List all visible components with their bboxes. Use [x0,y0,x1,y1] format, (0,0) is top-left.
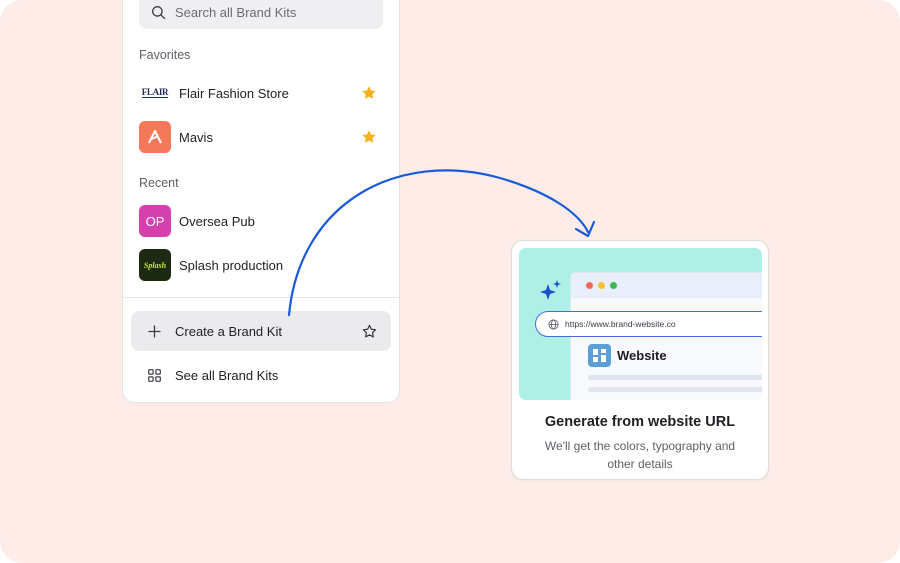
favorite-item-flair[interactable]: FLAIR Flair Fashion Store [139,76,383,110]
website-brand: Website [588,344,667,367]
card-title: Generate from website URL [544,414,736,430]
globe-icon [548,319,559,329]
star-outline-icon[interactable] [362,324,377,339]
recent-item-label: Oversea Pub [179,213,255,229]
favorite-item-label: Mavis [179,129,213,145]
favorites-heading: Favorites [139,48,191,62]
close-dot [586,282,593,289]
recent-item-label: Splash production [179,257,284,273]
favorite-item-label: Flair Fashion Store [179,85,289,101]
see-all-brand-kits-button[interactable]: See all Brand Kits [131,355,391,395]
flair-logo: FLAIR [139,77,171,109]
website-logo [588,344,611,367]
recent-item-splash[interactable]: Splash Splash production [139,248,383,282]
browser-titlebar [571,273,762,298]
sparkle-icon [540,280,561,300]
grid-icon [148,368,161,382]
create-brand-kit-button[interactable]: Create a Brand Kit [131,311,391,351]
favorite-item-mavis[interactable]: Mavis [139,120,383,154]
oversea-pub-logo: OP [139,205,171,237]
canvas: Favorites FLAIR Flair Fashion Store Mavi… [0,0,900,563]
star-icon[interactable] [361,85,377,101]
search-input[interactable] [175,4,375,20]
splash-logo: Splash [139,249,171,281]
card-description: We'll get the colors, typography and oth… [544,439,736,471]
recent-heading: Recent [139,176,179,190]
placeholder-line [588,375,762,380]
see-all-brand-kits-label: See all Brand Kits [175,367,279,383]
search-box[interactable] [139,0,383,29]
maximize-dot [610,282,617,289]
brand-kit-panel: Favorites FLAIR Flair Fashion Store Mavi… [122,0,400,403]
divider [123,297,399,298]
star-icon[interactable] [361,129,377,145]
url-text: https://www.brand-website.co [565,319,676,329]
website-preview: https://www.brand-website.co Website [519,248,762,400]
website-name: Website [617,348,667,363]
mavis-logo [139,121,171,153]
generate-from-url-card[interactable]: https://www.brand-website.co Website Gen… [511,240,769,480]
url-bar: https://www.brand-website.co [535,311,762,337]
recent-item-oversea-pub[interactable]: OP Oversea Pub [139,204,383,238]
create-brand-kit-label: Create a Brand Kit [175,323,282,339]
search-icon [152,5,166,19]
plus-icon [148,324,161,338]
placeholder-line [588,387,762,392]
minimize-dot [598,282,605,289]
